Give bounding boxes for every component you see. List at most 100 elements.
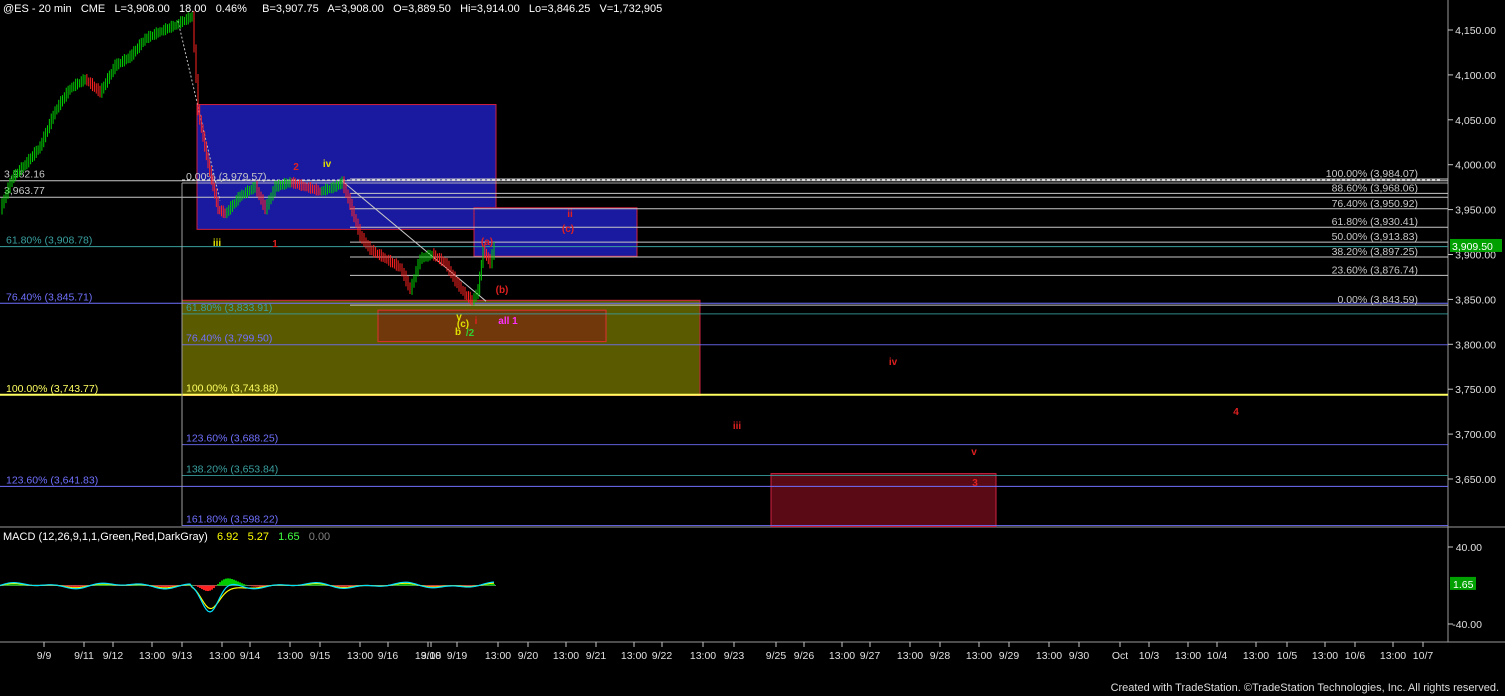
macd-tick-label: 40.00 [1456, 542, 1482, 554]
fib-label-right: 61.80% (3,930.41) [1332, 216, 1418, 228]
time-tick-label: 9/12 [103, 650, 124, 662]
time-tick-label: 9/13 [172, 650, 193, 662]
wave-label: 2 [293, 162, 299, 173]
time-tick-label: 9/27 [860, 650, 881, 662]
time-tick-label: 13:00 [690, 650, 716, 662]
wave-label: iv [889, 357, 898, 368]
fib-label-mid: 100.00% (3,743.88) [186, 383, 278, 395]
fib-label-mid: 123.60% (3,688.25) [186, 433, 278, 445]
price-tick-label: 3,700.00 [1455, 429, 1496, 441]
target-box-blue-ii [473, 207, 638, 257]
time-tick-label: 9/25 [766, 650, 787, 662]
price-tick-label: 4,150.00 [1455, 25, 1496, 37]
time-tick-label: 13:00 [621, 650, 647, 662]
time-tick-label: 13:00 [485, 650, 511, 662]
wave-label: v [971, 447, 977, 458]
time-tick-label: 13:00 [1312, 650, 1338, 662]
time-tick-label: 9/21 [586, 650, 607, 662]
wave-label: 3 [972, 478, 978, 489]
copyright-footer: Created with TradeStation. ©TradeStation… [1110, 682, 1499, 694]
time-tick-label: 10/5 [1277, 650, 1298, 662]
time-tick-label: 13:00 [966, 650, 992, 662]
macd-current-label: 1.65 [1453, 579, 1474, 591]
wave-label: all 1 [498, 316, 518, 327]
time-tick-label: 9/30 [1069, 650, 1090, 662]
time-tick-label: 9/16 [378, 650, 399, 662]
fib-label-right: 88.60% (3,968.06) [1332, 182, 1418, 194]
time-tick-label: 13:00 [829, 650, 855, 662]
time-tick-label: 13:00 [553, 650, 579, 662]
time-tick-label: Oct [1112, 650, 1128, 662]
target-box-red [770, 473, 997, 528]
macd-value-3: 1.65 [278, 531, 300, 543]
time-tick-label: 13:00 [347, 650, 373, 662]
fib-label-right: 38.20% (3,897.25) [1332, 246, 1418, 258]
price-tick-label: 3,800.00 [1455, 339, 1496, 351]
price-tick-label: 4,000.00 [1455, 160, 1496, 172]
fib-label-left: 100.00% (3,743.77) [6, 383, 98, 395]
fib-label-right: 100.00% (3,984.07) [1326, 168, 1418, 180]
macd-tick-label: -40.00 [1452, 619, 1482, 631]
macd-value-1: 6.92 [216, 531, 239, 543]
time-tick-label: 9/11 [74, 650, 94, 662]
fib-label-right: 76.40% (3,950.92) [1332, 198, 1418, 210]
fib-label-left: 76.40% (3,845.71) [6, 291, 92, 303]
price-tick-label: 3,750.00 [1455, 384, 1496, 396]
fib-label-mid: 76.40% (3,799.50) [186, 333, 272, 345]
target-box-blue [196, 104, 497, 230]
price-chart[interactable]: 3,982.163,963.7761.80% (3,908.78)76.40% … [0, 0, 1505, 696]
support-box-red [377, 309, 607, 343]
price-tick-label: 3,650.00 [1455, 474, 1496, 486]
price-tick-label: 3,850.00 [1455, 294, 1496, 306]
macd-name: MACD (12,26,9,1,1,Green,Red,DarkGray) [3, 531, 208, 543]
macd-value-4: 0.00 [308, 531, 331, 543]
fib-label-mid: 161.80% (3,598.22) [186, 513, 278, 525]
time-tick-label: 9/29 [999, 650, 1020, 662]
time-tick-label: 13:00 [1380, 650, 1406, 662]
time-tick-label: 9/15 [310, 650, 331, 662]
time-tick-label: 13:00 [1175, 650, 1201, 662]
time-tick-label: 9/20 [518, 650, 539, 662]
fib-label-mid: 0.00% (3,979.57) [186, 171, 267, 183]
macd-value-2: 5.27 [247, 531, 269, 543]
time-tick-label: 10/7 [1413, 650, 1434, 662]
time-tick-label: 9/28 [930, 650, 951, 662]
time-tick-label: 13:00 [277, 650, 303, 662]
time-tick-label: 13:00 [1036, 650, 1062, 662]
macd-signal-line [0, 582, 495, 610]
time-tick-label: 10/4 [1207, 650, 1228, 662]
wave-label: (a) [481, 237, 493, 248]
wave-label: 4 [1233, 407, 1239, 418]
price-tick-label: 4,100.00 [1455, 70, 1496, 82]
time-tick-label: 13:00 [139, 650, 165, 662]
wave-label: /2 [466, 328, 475, 339]
macd-header: MACD (12,26,9,1,1,Green,Red,DarkGray) 6.… [3, 531, 330, 543]
time-tick-label: 9/22 [652, 650, 673, 662]
fib-label-right: 50.00% (3,913.83) [1332, 231, 1418, 243]
wave-label: (c) [562, 224, 574, 235]
wave-label: iv [323, 159, 332, 170]
wave-label: (b) [496, 285, 509, 296]
fib-label-left: 123.60% (3,641.83) [6, 474, 98, 486]
current-price-label: 3,909.50 [1452, 241, 1493, 253]
time-tick-label: 13:00 [1243, 650, 1269, 662]
wave-label: iii [213, 238, 222, 249]
time-tick-label: 9/9 [37, 650, 52, 662]
fib-label-right: 0.00% (3,843.59) [1337, 294, 1418, 306]
time-tick-label: 13:00 [897, 650, 923, 662]
wave-label: i [475, 316, 478, 327]
wave-label: ii [567, 209, 573, 220]
fib-label-left: 61.80% (3,908.78) [6, 235, 92, 247]
time-tick-label: 10/3 [1139, 650, 1160, 662]
time-tick-label: 9/14 [240, 650, 261, 662]
time-tick-label: 9/23 [724, 650, 745, 662]
time-tick-label: 10/6 [1345, 650, 1366, 662]
price-tick-label: 3,950.00 [1455, 205, 1496, 217]
wave-label: 1 [272, 239, 278, 250]
price-tick-label: 4,050.00 [1455, 115, 1496, 127]
time-tick-label: 13:00 [209, 650, 235, 662]
wave-label: iii [733, 421, 742, 432]
fib-label-right: 23.60% (3,876.74) [1332, 264, 1418, 276]
fib-label-mid: 138.20% (3,653.84) [186, 464, 278, 476]
fib-label-mid: 61.80% (3,833.91) [186, 302, 272, 314]
